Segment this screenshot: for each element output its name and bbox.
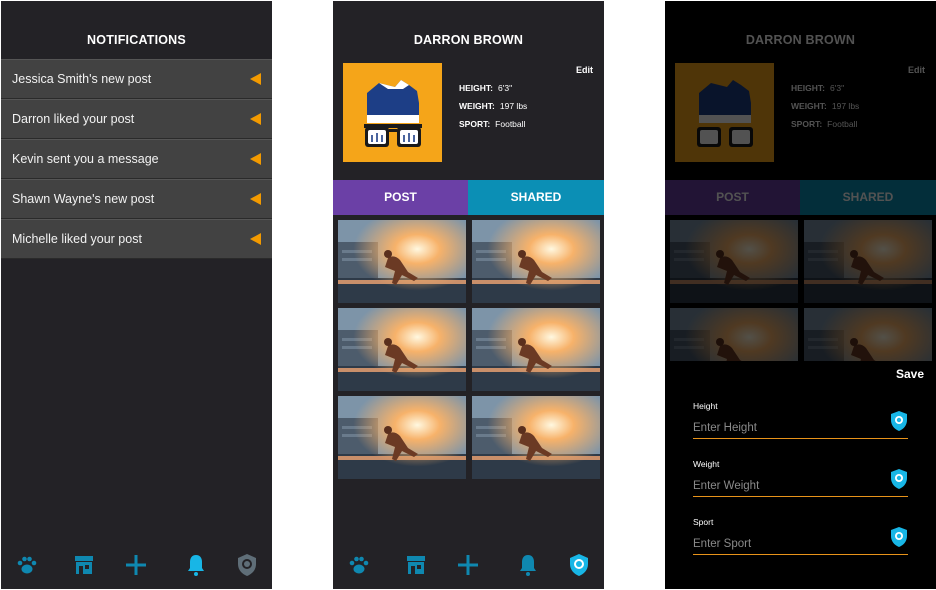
- page-title: DARRON BROWN: [413, 33, 524, 47]
- avatar: [343, 63, 442, 162]
- tab-shared: SHARED: [800, 180, 936, 215]
- tab-post: POST: [665, 180, 800, 215]
- bottom-nav: [333, 553, 604, 579]
- notification-text: Michelle liked your post: [12, 232, 142, 246]
- height-field: Height Enter Height: [693, 401, 908, 439]
- field-label: Height: [693, 401, 718, 411]
- stat-sport: SPORT: Football: [791, 119, 859, 137]
- store-icon[interactable]: [72, 553, 96, 577]
- profile-screen: DARRON BROWN Edit HEIGHT: 6'3" WEIGHT: 197…: [333, 1, 604, 589]
- edit-button[interactable]: Edit: [576, 65, 593, 75]
- profile-stats: HEIGHT: 6'3" WEIGHT: 197 lbs SPORT: Footbal…: [459, 83, 527, 137]
- stat-height: HEIGHT: 6'3": [459, 83, 527, 101]
- field-placeholder: Enter Sport: [693, 538, 752, 550]
- notification-item[interactable]: Michelle liked your post: [1, 219, 272, 259]
- stat-label: SPORT:: [459, 119, 491, 129]
- field-label: Sport: [693, 517, 714, 527]
- stat-label: HEIGHT:: [459, 83, 493, 93]
- photo-thumbnail[interactable]: [338, 396, 466, 479]
- photo-thumbnail: [804, 220, 932, 303]
- photo-thumbnail: [670, 220, 798, 303]
- height-input[interactable]: Enter Height: [693, 411, 908, 439]
- stat-value: 6'3": [830, 83, 845, 93]
- field-placeholder: Enter Height: [693, 422, 757, 434]
- stat-value: 6'3": [498, 83, 513, 93]
- weight-input[interactable]: Enter Weight: [693, 469, 908, 497]
- stat-value: Football: [827, 119, 858, 129]
- stat-height: HEIGHT: 6'3": [791, 83, 859, 101]
- sport-field: Sport Enter Sport: [693, 517, 908, 555]
- profile-tabs: POST SHARED: [665, 180, 936, 215]
- field-label: Weight: [693, 459, 720, 469]
- notification-text: Darron liked your post: [12, 112, 135, 126]
- paw-icon[interactable]: [15, 553, 39, 577]
- triangle-left-icon: [250, 113, 261, 125]
- paw-icon[interactable]: [347, 553, 371, 577]
- triangle-left-icon: [250, 73, 261, 85]
- photo-thumbnail[interactable]: [472, 220, 600, 303]
- triangle-left-icon: [250, 153, 261, 165]
- stat-value: 197 lbs: [831, 101, 860, 111]
- stat-label: WEIGHT:: [459, 101, 495, 111]
- photo-thumbnail[interactable]: [338, 308, 466, 391]
- weight-field: Weight Enter Weight: [693, 459, 908, 497]
- store-icon[interactable]: [404, 553, 428, 577]
- tab-post[interactable]: POST: [333, 180, 468, 215]
- notification-text: Kevin sent you a message: [12, 152, 159, 166]
- stat-sport: SPORT: Football: [459, 119, 527, 137]
- bottom-nav: [1, 553, 272, 579]
- photo-thumbnail[interactable]: [472, 308, 600, 391]
- notifications-screen: NOTIFICATIONS Jessica Smith's new post D…: [1, 1, 272, 589]
- bell-icon[interactable]: [516, 553, 540, 577]
- notification-item[interactable]: Jessica Smith's new post: [1, 59, 272, 99]
- profile-tabs: POST SHARED: [333, 180, 604, 215]
- photo-thumbnail[interactable]: [338, 220, 466, 303]
- stat-value: 197 lbs: [499, 101, 528, 111]
- tab-shared[interactable]: SHARED: [468, 180, 604, 215]
- sport-input[interactable]: Enter Sport: [693, 527, 908, 555]
- stat-weight: WEIGHT: 197 lbs: [459, 101, 527, 119]
- stat-label: SPORT:: [791, 119, 823, 129]
- profile-stats: HEIGHT: 6'3" WEIGHT: 197 lbs SPORT: Footbal…: [791, 83, 859, 137]
- edit-sheet: Save Height Enter Height Weight Enter We…: [665, 361, 936, 589]
- avatar: [675, 63, 774, 162]
- plus-icon[interactable]: [456, 553, 480, 577]
- lion-shield-icon: [890, 469, 908, 489]
- notification-list: Jessica Smith's new post Darron liked yo…: [1, 59, 272, 259]
- page-title: DARRON BROWN: [745, 33, 856, 47]
- notification-item[interactable]: Shawn Wayne's new post: [1, 179, 272, 219]
- plus-icon[interactable]: [124, 553, 148, 577]
- triangle-left-icon: [250, 233, 261, 245]
- triangle-left-icon: [250, 193, 261, 205]
- notification-text: Jessica Smith's new post: [12, 72, 152, 86]
- bell-icon[interactable]: [184, 553, 208, 577]
- notification-item[interactable]: Kevin sent you a message: [1, 139, 272, 179]
- stat-weight: WEIGHT: 197 lbs: [791, 101, 859, 119]
- lion-shield-icon: [890, 411, 908, 431]
- stat-value: Football: [495, 119, 526, 129]
- save-button[interactable]: Save: [896, 367, 924, 381]
- lion-shield-icon: [890, 527, 908, 547]
- notification-item[interactable]: Darron liked your post: [1, 99, 272, 139]
- stat-label: WEIGHT:: [791, 101, 827, 111]
- photo-thumbnail[interactable]: [472, 396, 600, 479]
- edit-profile-screen: DARRON BROWN Edit HEIGHT: 6'3" WEIGHT: 197…: [665, 1, 936, 589]
- lion-shield-icon[interactable]: [235, 553, 259, 577]
- edit-button: Edit: [908, 65, 925, 75]
- field-placeholder: Enter Weight: [693, 480, 760, 492]
- lion-shield-icon[interactable]: [567, 553, 591, 577]
- notification-text: Shawn Wayne's new post: [12, 192, 155, 206]
- page-title: NOTIFICATIONS: [87, 33, 186, 47]
- stat-label: HEIGHT:: [791, 83, 825, 93]
